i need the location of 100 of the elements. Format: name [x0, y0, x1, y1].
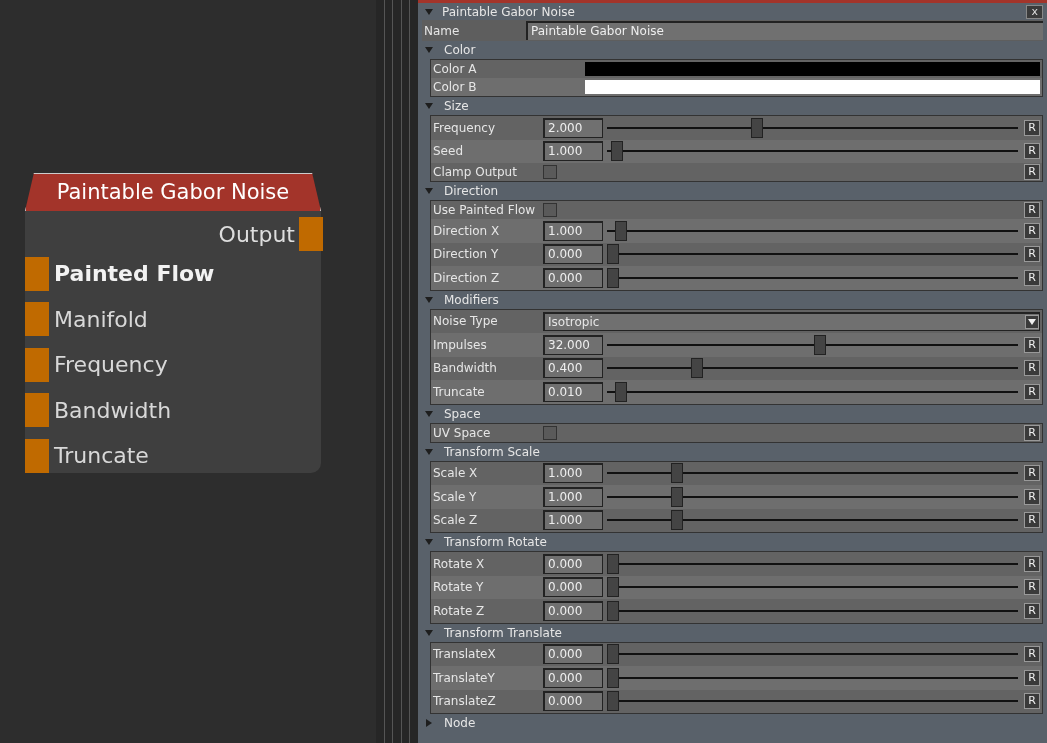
number-field[interactable]: 0.400	[543, 358, 603, 379]
reset-button[interactable]: R	[1024, 222, 1040, 239]
section-title[interactable]: Direction	[444, 182, 499, 200]
reset-button[interactable]: R	[1024, 488, 1040, 505]
checkbox[interactable]	[543, 203, 557, 217]
reset-button[interactable]: R	[1024, 465, 1040, 482]
checkbox[interactable]	[543, 165, 557, 179]
number-field[interactable]: 0.010	[543, 381, 603, 402]
collapse-arrow-icon[interactable]	[424, 408, 434, 419]
section-title[interactable]: Modifiers	[444, 290, 499, 309]
collapse-arrow-icon[interactable]	[424, 537, 434, 547]
field-label: Direction Y	[432, 246, 500, 264]
number-field[interactable]: 0.000	[543, 244, 603, 265]
collapse-arrow-icon[interactable]	[424, 101, 434, 111]
collapse-arrow-icon[interactable]	[424, 186, 434, 196]
slider-thumb[interactable]	[614, 220, 627, 241]
input-port[interactable]	[25, 302, 49, 337]
name-field[interactable]: Paintable Gabor Noise	[526, 21, 1043, 40]
number-field[interactable]: 0.000	[543, 577, 603, 598]
number-field[interactable]: 0.000	[543, 691, 603, 712]
reset-button[interactable]: R	[1024, 360, 1040, 377]
collapse-arrow-icon[interactable]	[424, 45, 434, 55]
collapse-arrow-icon[interactable]	[424, 294, 434, 305]
input-port[interactable]	[25, 438, 49, 473]
slider-thumb[interactable]	[690, 358, 703, 379]
field-label: Name	[423, 22, 461, 40]
slider-thumb[interactable]	[607, 691, 619, 712]
slider-thumb[interactable]	[607, 553, 619, 574]
slider-thumb[interactable]	[670, 463, 683, 484]
slider-thumb[interactable]	[607, 244, 619, 265]
input-port[interactable]	[25, 347, 49, 382]
number-field[interactable]: 0.000	[543, 667, 603, 688]
number-field[interactable]: 2.000	[543, 117, 603, 138]
slider-thumb[interactable]	[607, 600, 619, 621]
field-label: Impulses	[432, 336, 488, 354]
reset-button[interactable]: R	[1024, 646, 1040, 663]
close-button[interactable]: x	[1026, 4, 1043, 19]
field-label: UV Space	[432, 424, 492, 442]
number-field[interactable]: 0.000	[543, 600, 603, 621]
reset-button[interactable]: R	[1024, 119, 1040, 136]
reset-button[interactable]: R	[1024, 579, 1040, 596]
number-field[interactable]: 1.000	[543, 220, 603, 241]
slider-thumb[interactable]	[670, 486, 683, 507]
field-label: Seed	[432, 143, 464, 161]
field-label: Direction Z	[432, 269, 501, 287]
input-port[interactable]	[25, 256, 49, 291]
section-title[interactable]: Transform Scale	[444, 442, 540, 461]
field-label: Use Painted Flow	[432, 202, 537, 219]
node-title: Paintable Gabor Noise	[25, 173, 321, 211]
slider-thumb[interactable]	[750, 117, 763, 138]
slider-thumb[interactable]	[607, 577, 619, 598]
field-label: Color B	[432, 79, 478, 96]
slider-thumb[interactable]	[814, 334, 827, 355]
reset-button[interactable]: R	[1024, 669, 1040, 686]
number-field[interactable]: 1.000	[543, 141, 603, 162]
number-field[interactable]: 0.000	[543, 644, 603, 665]
output-label: Output	[218, 220, 295, 249]
reset-button[interactable]: R	[1024, 383, 1040, 400]
field-label: TranslateX	[432, 646, 497, 664]
section-title[interactable]: Size	[444, 97, 469, 115]
section-title[interactable]: Transform Rotate	[444, 533, 547, 551]
reset-button[interactable]: R	[1024, 512, 1040, 529]
slider-thumb[interactable]	[607, 644, 619, 665]
reset-button[interactable]: R	[1024, 555, 1040, 572]
number-field[interactable]: 1.000	[543, 510, 603, 531]
dropdown-value: Isotropic	[548, 313, 600, 331]
input-port[interactable]	[25, 393, 49, 428]
color-swatch[interactable]	[585, 80, 1040, 94]
section-title[interactable]: Node	[444, 714, 476, 732]
section-title[interactable]: Space	[444, 404, 481, 423]
reset-button[interactable]: R	[1024, 602, 1040, 619]
reset-button[interactable]: R	[1024, 336, 1040, 353]
number-field[interactable]: 1.000	[543, 463, 603, 484]
field-label: Clamp Output	[432, 164, 518, 181]
reset-button[interactable]: R	[1024, 202, 1040, 218]
reset-button[interactable]: R	[1024, 143, 1040, 160]
number-field[interactable]: 0.000	[543, 267, 603, 288]
slider-thumb[interactable]	[614, 381, 627, 402]
slider-thumb[interactable]	[607, 267, 619, 288]
input-label: Bandwidth	[54, 396, 172, 425]
collapse-arrow-icon[interactable]	[424, 627, 434, 638]
slider-thumb[interactable]	[607, 667, 619, 688]
reset-button[interactable]: R	[1024, 269, 1040, 286]
slider-thumb[interactable]	[670, 510, 683, 531]
reset-button[interactable]: R	[1024, 693, 1040, 710]
checkbox[interactable]	[543, 425, 557, 440]
color-swatch[interactable]	[585, 62, 1040, 76]
collapse-arrow-icon[interactable]	[424, 446, 434, 457]
section-title[interactable]: Transform Translate	[444, 623, 562, 642]
section-title[interactable]: Color	[444, 41, 476, 59]
reset-button[interactable]: R	[1024, 164, 1040, 180]
dropdown[interactable]: Isotropic	[543, 311, 1040, 331]
number-field[interactable]: 32.000	[543, 334, 603, 355]
reset-button[interactable]: R	[1024, 246, 1040, 263]
reset-button[interactable]: R	[1024, 424, 1040, 441]
number-field[interactable]: 0.000	[543, 553, 603, 574]
collapse-arrow-icon[interactable]	[424, 6, 434, 17]
slider-thumb[interactable]	[611, 141, 623, 162]
number-field[interactable]: 1.000	[543, 486, 603, 507]
expand-arrow-icon[interactable]	[424, 718, 434, 728]
